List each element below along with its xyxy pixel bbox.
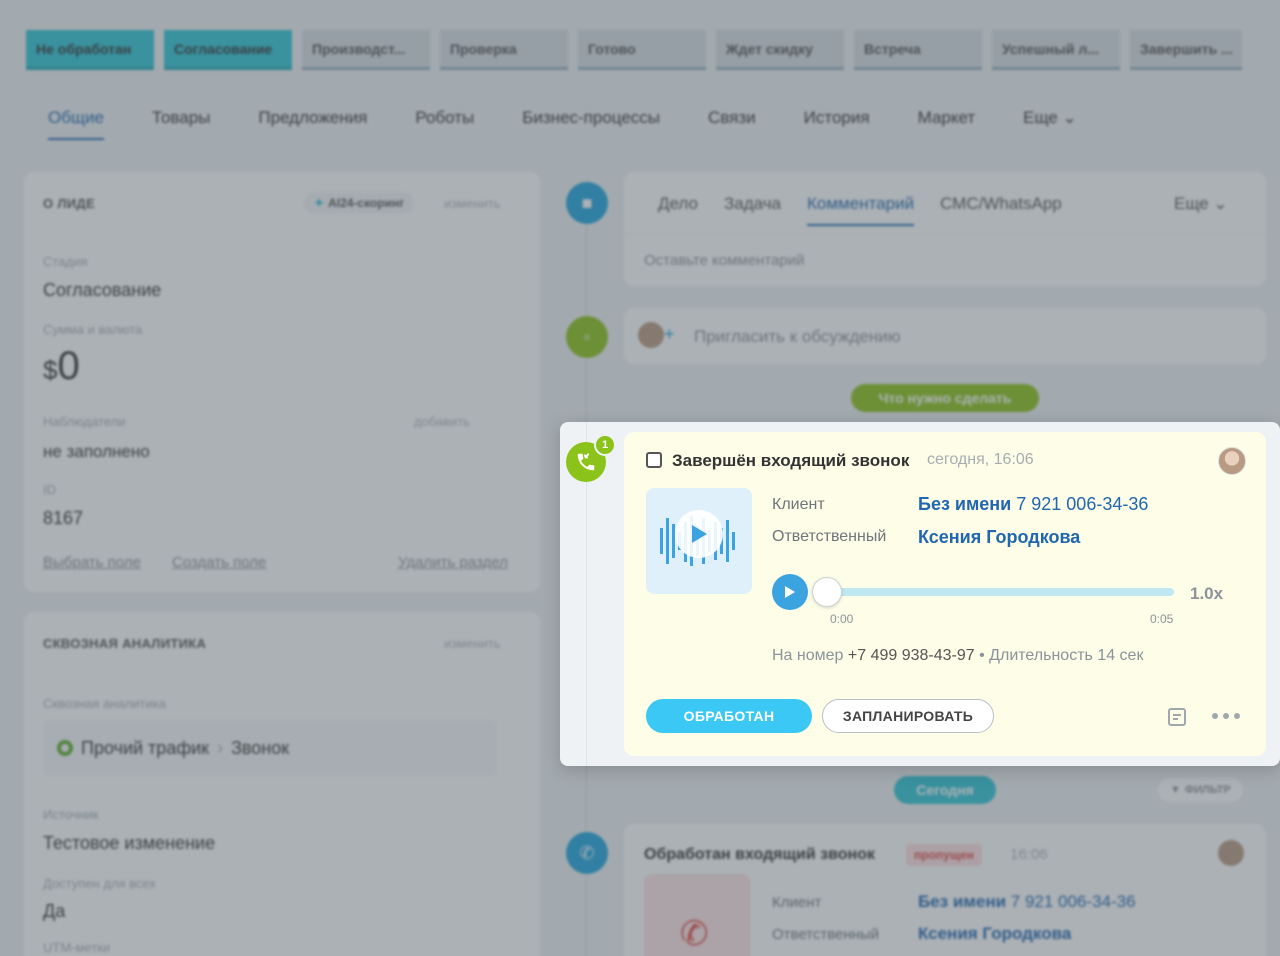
- complete-checkbox[interactable]: [646, 452, 662, 468]
- call-activity-card: Завершён входящий звонок сегодня, 16:06 …: [624, 432, 1266, 756]
- audio-progress-handle[interactable]: [812, 577, 842, 607]
- playback-speed[interactable]: 1.0x: [1190, 584, 1223, 604]
- dialed-number: +7 499 938-43-97: [847, 647, 975, 664]
- client-phone: 7 921 006-34-36: [1016, 494, 1149, 514]
- counter-badge: 1: [594, 434, 616, 456]
- note-icon[interactable]: [1167, 707, 1187, 727]
- call-activity-highlight: 1 Завершён входящий звонок сегодня, 16:0…: [560, 422, 1280, 766]
- client-link[interactable]: Без имени 7 921 006-34-36: [918, 494, 1148, 515]
- client-name: Без имени: [918, 494, 1012, 514]
- more-options-icon[interactable]: [1212, 708, 1242, 724]
- schedule-button[interactable]: ЗАПЛАНИРОВАТЬ: [822, 699, 994, 733]
- audio-progress-track[interactable]: [824, 588, 1174, 596]
- responsible-label: Ответственный: [772, 528, 887, 545]
- call-info: На номер +7 499 938-43-97 • Длительность…: [772, 647, 1143, 665]
- client-label: Клиент: [772, 496, 825, 513]
- play-button[interactable]: [772, 574, 808, 610]
- audio-thumbnail[interactable]: [646, 488, 752, 594]
- time-end: 0:05: [1150, 612, 1174, 626]
- info-prefix: На номер: [772, 647, 844, 664]
- activity-title: Завершён входящий звонок: [672, 451, 910, 470]
- play-icon: [785, 586, 795, 598]
- play-overlay-icon: [675, 510, 723, 558]
- responsible-link[interactable]: Ксения Городкова: [918, 527, 1080, 548]
- avatar[interactable]: [1218, 447, 1246, 475]
- mark-processed-button[interactable]: ОБРАБОТАН: [646, 699, 812, 733]
- call-duration: • Длительность 14 сек: [979, 647, 1144, 664]
- time-start: 0:00: [830, 612, 854, 626]
- activity-time: сегодня, 16:06: [927, 451, 1034, 468]
